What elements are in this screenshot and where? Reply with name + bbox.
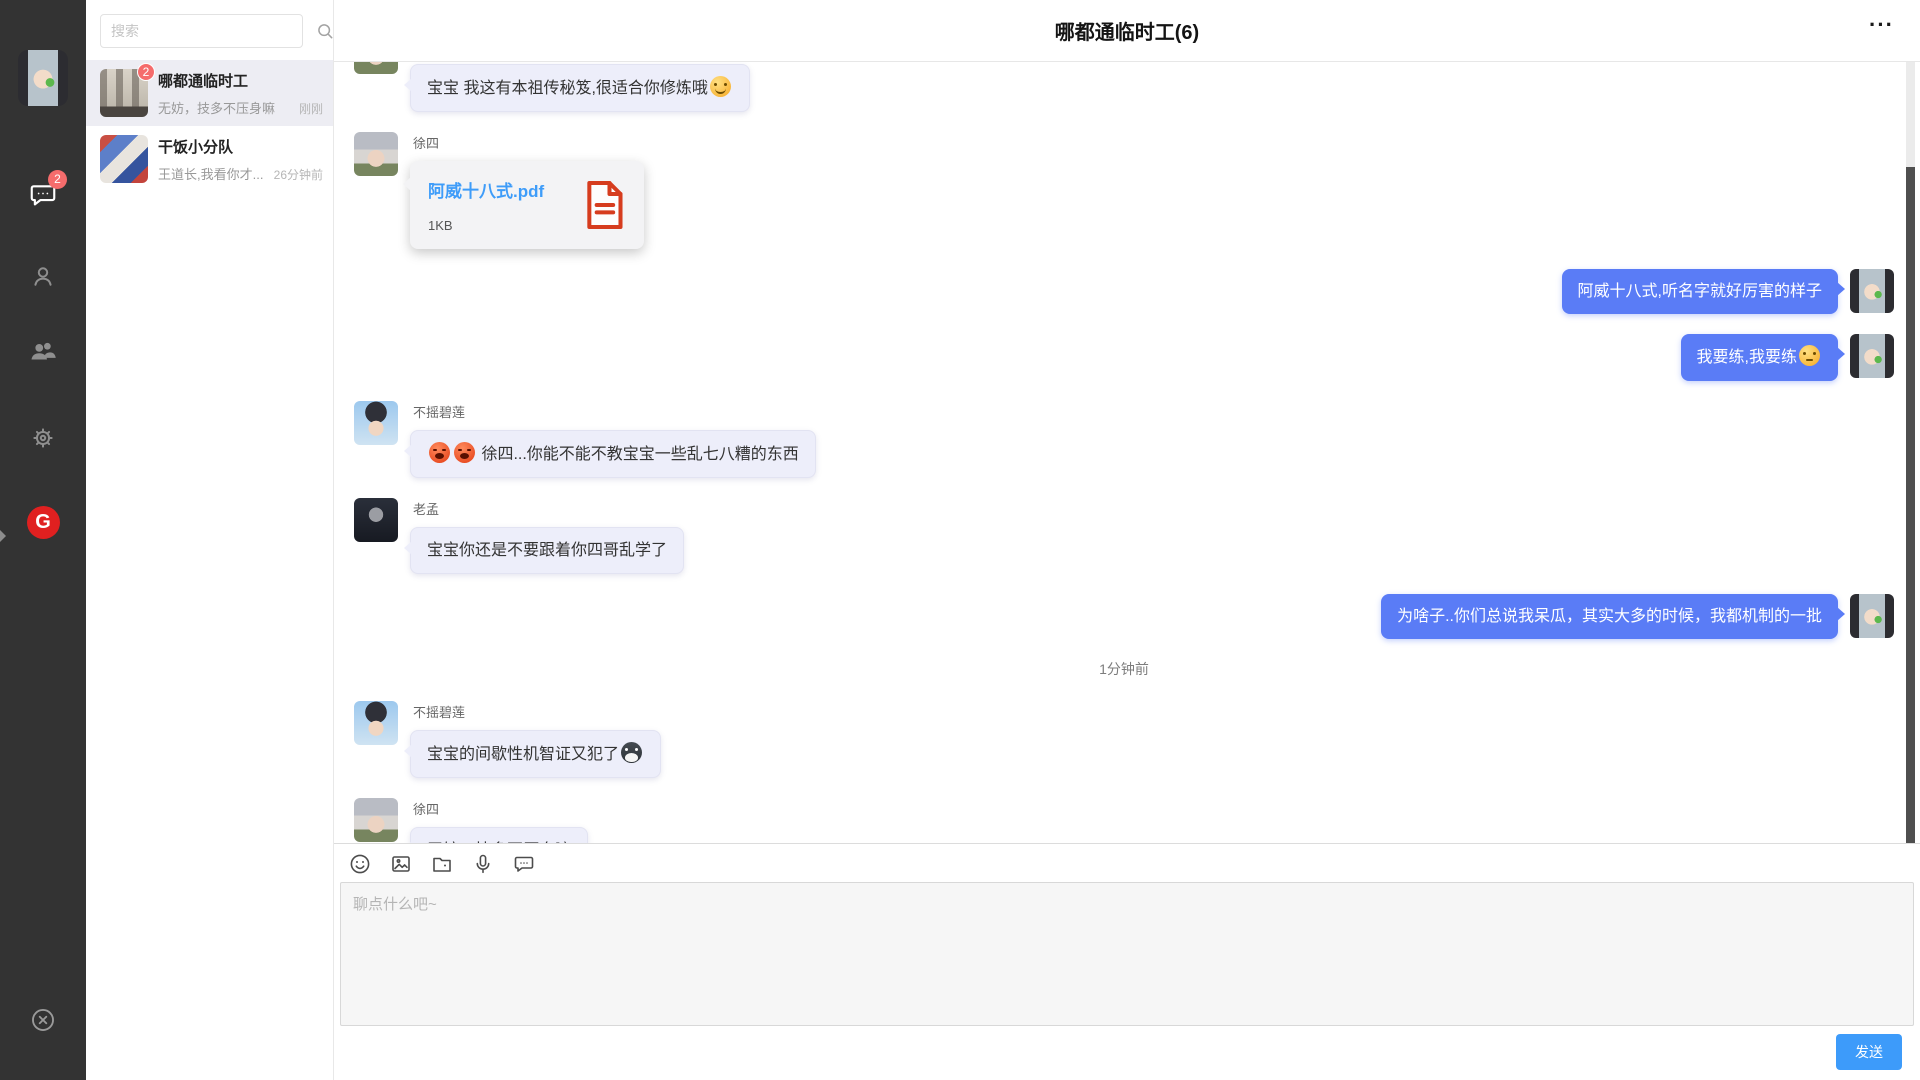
melting-face-emoji [1799,345,1820,366]
file-name: 阿威十八式.pdf [428,177,568,202]
chat-item-avatar [100,135,148,183]
message-bubble: 宝宝的间歇性机智证又犯了 [410,730,661,778]
hugging-face-emoji [710,76,731,97]
input-wrap [334,882,1920,1026]
chat-list-item[interactable]: 2 哪都通临时工 无妨，技多不压身嘛 刚刚 [86,60,333,126]
message-input[interactable] [340,882,1914,1026]
sender-name: 徐四 [413,133,439,152]
message-bubble: 我要练,我要练 [1681,334,1838,380]
nav-settings-button[interactable] [0,424,86,452]
group-icon [28,336,58,366]
chat-item-avatar: 2 [100,69,148,117]
message-row: 老孟 宝宝你还是不要跟着你四哥乱学了 [354,498,1894,574]
message-bubble: 宝宝你还是不要跟着你四哥乱学了 [410,527,684,574]
chat-title: 哪都通临时工(6) [1055,16,1199,45]
send-button[interactable]: 发送 [1836,1034,1902,1070]
microphone-icon [471,852,495,876]
nav-group-button[interactable] [0,336,86,366]
scrollbar-track [1906,62,1915,843]
composer-toolbar [334,844,1920,882]
penguin-emoji [621,742,642,763]
ellipsis-icon: ··· [1869,12,1894,37]
message-row: 为啥子..你们总说我呆瓜，其实大多的时候，我都机制的一批 [354,594,1894,639]
chat-item-main: 哪都通临时工 无妨，技多不压身嘛 刚刚 [158,70,323,117]
sender-name: 老孟 [413,499,439,518]
message-row: 不摇碧莲 宝宝的间歇性机智证又犯了 [354,701,1894,778]
chat-header: 哪都通临时工(6) ··· [334,0,1920,62]
message-bubble: 宝宝 我这有本祖传秘笈,很适合你修炼哦 [410,64,750,112]
chat-item-preview: 王道长,我看你才... [158,164,268,183]
message-row: 宝宝 我这有本祖传秘笈,很适合你修炼哦 [354,64,1894,112]
message-avatar[interactable] [354,132,398,176]
chat-list-item[interactable]: 干饭小分队 王道长,我看你才... 26分钟前 [86,126,333,192]
message-avatar[interactable] [354,798,398,842]
logo-g-icon: G [27,506,60,539]
image-icon [389,852,413,876]
close-icon [29,1006,57,1034]
sender-name: 不摇碧莲 [413,702,465,721]
message-row: 徐四 无妨，技多不压身嘛 [354,798,1894,843]
message-avatar[interactable] [354,498,398,542]
composer: 发送 [334,843,1920,1080]
message-row: 徐四 阿威十八式.pdf 1KB [354,132,1894,249]
chat-item-title: 哪都通临时工 [158,70,323,91]
message-avatar[interactable] [354,62,398,74]
message-row: 不摇碧莲 徐四...你能不能不教宝宝一些乱七八糟的东西 [354,401,1894,478]
message-bubble: 无妨，技多不压身嘛 [410,827,588,843]
chat-bubble-dots-icon [512,852,536,876]
search-button[interactable] [315,21,335,41]
collapse-arrow-icon[interactable] [0,530,6,542]
folder-icon [430,852,454,876]
chat-item-time: 刚刚 [299,100,323,117]
message-avatar[interactable] [1850,594,1894,638]
nav-contacts-button[interactable] [0,262,86,290]
close-button[interactable] [0,1006,86,1034]
message-list: 宝宝 我这有本祖传秘笈,很适合你修炼哦 徐四 阿威十八式.pdf 1KB [334,62,1920,843]
message-avatar[interactable] [1850,269,1894,313]
unread-badge: 2 [48,170,67,189]
contacts-icon [29,262,57,290]
chat-history-button[interactable] [512,852,536,876]
emoji-picker-button[interactable] [348,852,372,876]
scrollbar-thumb[interactable] [1906,167,1915,843]
user-avatar[interactable] [18,50,68,106]
send-row: 发送 [334,1026,1920,1080]
image-upload-button[interactable] [389,852,413,876]
sender-name: 不摇碧莲 [413,402,465,421]
search-input[interactable] [100,14,303,48]
nav-chat-button[interactable]: 2 [0,180,86,210]
more-options-button[interactable]: ··· [1869,14,1894,36]
angry-face-emoji [454,442,475,463]
pdf-document-icon [582,179,626,231]
time-divider: 1分钟前 [354,659,1894,679]
smiley-icon [348,852,372,876]
message-row: 我要练,我要练 [354,334,1894,380]
unread-badge: 2 [137,63,155,81]
chat-app-window: 2 [0,0,1920,1080]
search-row [86,0,333,60]
sidebar: 2 [0,0,86,1080]
message-row: 阿威十八式,听名字就好厉害的样子 [354,269,1894,314]
chat-item-main: 干饭小分队 王道长,我看你才... 26分钟前 [158,136,323,183]
chat-item-title: 干饭小分队 [158,136,323,157]
chat-list-panel: 2 哪都通临时工 无妨，技多不压身嘛 刚刚 干饭小分队 王道长,我看你才... … [86,0,334,1080]
chat-item-preview: 无妨，技多不压身嘛 [158,98,293,117]
chat-main: 哪都通临时工(6) ··· 宝宝 我这有本祖传秘笈,很适合你修炼哦 徐四 [334,0,1920,1080]
app-logo[interactable]: G [0,506,86,539]
message-avatar[interactable] [354,701,398,745]
file-upload-button[interactable] [430,852,454,876]
search-icon [315,21,335,41]
message-bubble: 为啥子..你们总说我呆瓜，其实大多的时候，我都机制的一批 [1381,594,1838,639]
file-size: 1KB [428,218,568,233]
file-message-card[interactable]: 阿威十八式.pdf 1KB [410,161,644,249]
message-bubble: 阿威十八式,听名字就好厉害的样子 [1562,269,1838,314]
angry-face-emoji [429,442,450,463]
voice-message-button[interactable] [471,852,495,876]
message-bubble: 徐四...你能不能不教宝宝一些乱七八糟的东西 [410,430,816,478]
message-avatar[interactable] [1850,334,1894,378]
sender-name: 徐四 [413,799,439,818]
message-avatar[interactable] [354,401,398,445]
settings-icon [29,424,57,452]
chat-item-time: 26分钟前 [274,166,323,183]
